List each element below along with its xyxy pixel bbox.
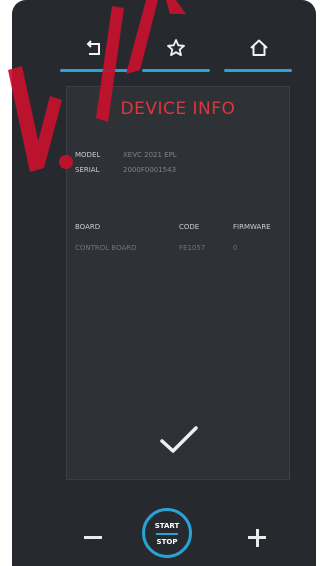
table-cell-code: FE1057 — [179, 244, 206, 252]
device-info-panel: DEVICE INFO MODEL XEVC 2021 EPL SERIAL 2… — [66, 86, 290, 480]
model-row: MODEL XEVC 2021 EPL — [75, 151, 177, 159]
start-stop-button[interactable]: START STOP — [142, 508, 192, 558]
table-cell-board: CONTROL BOARD — [75, 244, 137, 252]
start-stop-divider — [156, 533, 178, 535]
start-label: START — [154, 522, 180, 530]
bottom-controls: START STOP — [0, 500, 328, 566]
serial-label: SERIAL — [75, 166, 100, 174]
home-icon — [250, 39, 268, 56]
model-label: MODEL — [75, 151, 101, 159]
back-button[interactable] — [60, 36, 128, 72]
top-navigation — [60, 36, 292, 76]
favorite-button[interactable] — [142, 36, 210, 72]
plus-icon-vertical — [255, 528, 259, 547]
table-header-code: CODE — [179, 223, 200, 231]
serial-value: 2000F0001543 — [123, 166, 177, 174]
confirm-button[interactable] — [159, 425, 199, 459]
serial-row: SERIAL 2000F0001543 — [75, 166, 176, 174]
table-header-board: BOARD — [75, 223, 101, 231]
table-cell-firmware: 0 — [233, 244, 238, 252]
stop-label: STOP — [156, 538, 178, 546]
table-header-firmware: FIRMWARE — [233, 223, 271, 231]
panel-title: DEVICE INFO — [120, 99, 236, 119]
model-value: XEVC 2021 EPL — [123, 151, 177, 159]
minus-button[interactable] — [84, 536, 102, 539]
home-button-underline — [224, 69, 292, 72]
back-icon — [86, 40, 100, 55]
favorite-star-icon — [167, 39, 185, 57]
home-button[interactable] — [224, 36, 292, 72]
checkmark-icon — [160, 426, 198, 453]
favorite-button-underline — [142, 69, 210, 72]
back-button-underline — [60, 69, 128, 72]
